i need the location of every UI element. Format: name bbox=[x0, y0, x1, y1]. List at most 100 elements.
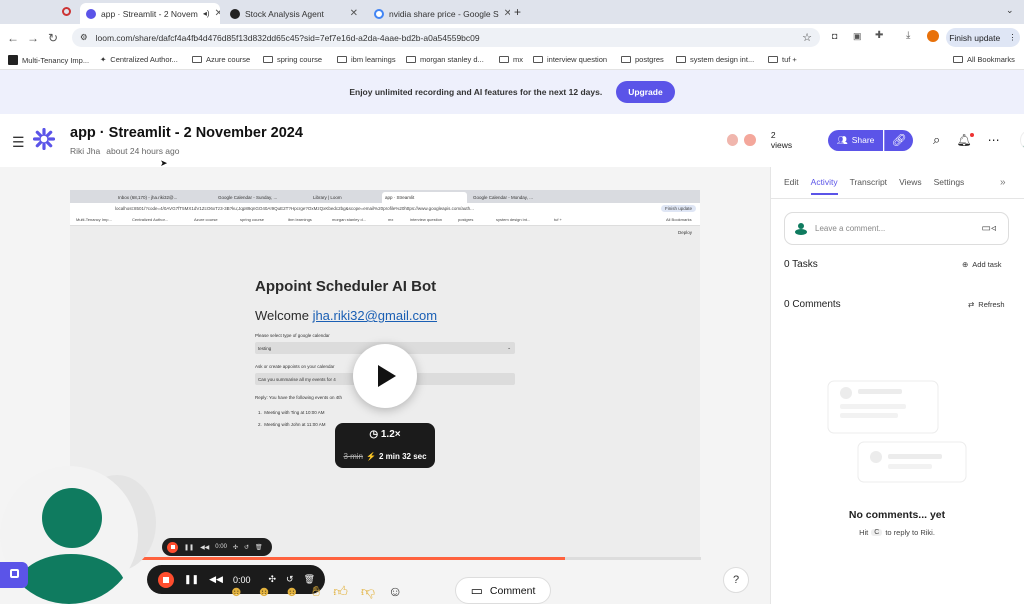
play-button[interactable] bbox=[353, 344, 417, 408]
loom-launcher-button[interactable] bbox=[0, 562, 28, 588]
reload-icon[interactable]: ↻ bbox=[43, 31, 63, 45]
google-icon bbox=[374, 8, 384, 19]
thumbs-up-icon[interactable]: 👍︎ bbox=[333, 583, 348, 600]
recorded-tab: Google Calendar - Sunday, ... bbox=[218, 195, 278, 200]
bookmark-folder[interactable]: system design int... bbox=[676, 55, 754, 64]
chevron-down-icon[interactable]: ⌄ bbox=[1006, 5, 1014, 16]
bookmark-folder[interactable]: tuf + bbox=[768, 55, 797, 64]
copy-link-button[interactable]: 🔗︎ bbox=[884, 129, 914, 151]
loom-logo[interactable] bbox=[33, 128, 55, 150]
trash-icon[interactable]: 🗑︎ bbox=[255, 544, 263, 551]
restart-icon[interactable]: ◀◀ bbox=[209, 574, 223, 585]
avatar-body bbox=[16, 554, 126, 604]
pause-icon[interactable]: ❚❚ bbox=[184, 574, 199, 585]
close-tab-icon[interactable]: ✕ bbox=[350, 8, 358, 19]
bell-icon[interactable]: 🔔︎ bbox=[956, 133, 974, 147]
bookmark-folder[interactable]: interview question bbox=[533, 55, 607, 64]
folder-icon bbox=[406, 56, 416, 63]
forward-icon[interactable]: → bbox=[23, 31, 43, 45]
tab-nvidia-search[interactable]: nvidia share price - Google S ✕ bbox=[368, 3, 510, 24]
site-settings-icon[interactable]: ⚙ bbox=[80, 32, 88, 43]
undo-icon[interactable]: ↺ bbox=[244, 544, 249, 551]
collapse-panel-icon[interactable]: » bbox=[1000, 177, 1006, 188]
close-tab-icon[interactable]: ✕ bbox=[504, 8, 510, 19]
finish-update-button[interactable]: Finish update ⋮ bbox=[946, 28, 1020, 47]
recorded-bookmarks: Multi-Tenancy Imp... Centralized Author.… bbox=[70, 214, 700, 226]
upgrade-button[interactable]: Upgrade bbox=[616, 81, 675, 103]
restart-icon[interactable]: ◀◀ bbox=[200, 544, 209, 551]
speed-badge[interactable]: ◷ 1.2× 3 min ⚡ 2 min 32 sec bbox=[335, 423, 435, 468]
video-title[interactable]: app · Streamlit - 2 November 2024 bbox=[70, 125, 303, 141]
emoji-reaction-icon[interactable]: ☻ bbox=[229, 583, 244, 600]
raised-hand-icon[interactable]: ✋︎ bbox=[312, 583, 320, 600]
bookmark-folder[interactable]: Azure course bbox=[192, 55, 250, 64]
panel-tabs: Edit Activity Transcript Views Settings bbox=[784, 177, 964, 195]
recorded-tab: Google Calendar - Monday, ... bbox=[473, 195, 533, 200]
tab-stock-analysis[interactable]: Stock Analysis Agent ✕ bbox=[224, 3, 364, 24]
video-progress-fill bbox=[133, 557, 565, 560]
screen-icon bbox=[10, 569, 19, 578]
tab-edit[interactable]: Edit bbox=[784, 177, 799, 195]
comment-button[interactable]: ▭ Comment bbox=[455, 577, 551, 604]
video-meta: Riki Jha about 24 hours ago bbox=[70, 146, 180, 156]
folder-icon bbox=[499, 56, 509, 63]
tab-transcript[interactable]: Transcript bbox=[850, 177, 887, 195]
bookmark-folder[interactable]: ibm learnings bbox=[337, 55, 396, 64]
add-reaction-icon[interactable]: ☺ bbox=[388, 583, 402, 600]
close-tab-icon[interactable]: ✕ bbox=[215, 8, 220, 19]
loom-icon bbox=[86, 8, 96, 19]
tab-search-icon[interactable]: ▣ bbox=[853, 31, 862, 42]
help-button[interactable]: ? bbox=[723, 567, 749, 593]
bookmark-folder[interactable]: postgres bbox=[621, 55, 664, 64]
recorded-deploy: Deploy bbox=[677, 230, 692, 235]
site-icon bbox=[230, 8, 240, 19]
recorded-welcome: Welcome jha.riki32@gmail.com bbox=[255, 308, 438, 323]
recorded-heading: Appoint Scheduler AI Bot bbox=[255, 278, 437, 295]
tab-views[interactable]: Views bbox=[899, 177, 922, 195]
author-name[interactable]: Riki Jha bbox=[70, 146, 100, 156]
speech-bubble-icon: ▭ bbox=[470, 582, 483, 598]
bookmark-folder[interactable]: mx bbox=[499, 55, 523, 64]
thumbs-down-icon[interactable]: 👎︎ bbox=[361, 583, 375, 600]
profile-icon[interactable] bbox=[927, 30, 939, 42]
user-avatar[interactable] bbox=[1019, 130, 1024, 150]
drawing-icon[interactable]: ✣ bbox=[233, 544, 238, 551]
download-icon[interactable]: ⤓ bbox=[906, 30, 910, 41]
extensions-icon[interactable]: ✚ bbox=[875, 30, 883, 41]
back-icon[interactable]: ← bbox=[3, 31, 23, 45]
comment-input[interactable]: Leave a comment... ▭◃ bbox=[784, 212, 1009, 245]
views-count[interactable]: 2 views bbox=[771, 130, 798, 150]
pause-icon[interactable]: ❚❚ bbox=[184, 544, 194, 551]
speed-icon: ◷ bbox=[369, 429, 379, 440]
more-options-icon[interactable]: ⋯ bbox=[988, 133, 1000, 147]
all-bookmarks[interactable]: All Bookmarks bbox=[953, 55, 1015, 64]
add-task-button[interactable]: ⊕ Add task bbox=[962, 260, 1001, 269]
video-camera-icon[interactable]: ▭◃ bbox=[982, 223, 996, 234]
stop-record-button[interactable] bbox=[158, 571, 174, 588]
bookmark-favicon-icon: ✦ bbox=[100, 55, 107, 64]
play-icon bbox=[378, 365, 396, 387]
bookmark-favicon-icon bbox=[8, 55, 18, 65]
bookmark-item[interactable]: Multi-Tenancy Imp... bbox=[8, 55, 89, 65]
emoji-reaction-icon[interactable]: ☻ bbox=[284, 583, 299, 600]
folder-icon bbox=[533, 56, 543, 63]
tab-settings[interactable]: Settings bbox=[934, 177, 965, 195]
refresh-button[interactable]: ⇄ Refresh bbox=[968, 300, 1005, 309]
bookmark-star-icon[interactable]: ☆ bbox=[802, 31, 812, 44]
hamburger-menu-icon[interactable]: ☰ bbox=[12, 134, 25, 151]
bookmark-item[interactable]: ✦ Centralized Author... bbox=[100, 55, 178, 64]
stop-record-button[interactable] bbox=[167, 541, 178, 553]
emoji-reaction-icon[interactable]: ☻ bbox=[257, 583, 272, 600]
tab-app-streamlit[interactable]: app · Streamlit - 2 Novem ◂) ✕ bbox=[80, 3, 220, 24]
bookmark-folder[interactable]: spring course bbox=[263, 55, 322, 64]
url-bar[interactable]: ⚙ loom.com/share/dafcf4a4fb4d476d85f13d8… bbox=[72, 28, 820, 47]
url-text: loom.com/share/dafcf4a4fb4d476d85f13d832… bbox=[95, 32, 480, 43]
tab-activity[interactable]: Activity bbox=[810, 177, 838, 195]
share-button[interactable]: 👥︎ Share bbox=[827, 129, 884, 151]
search-icon[interactable]: ⌕ bbox=[933, 132, 940, 148]
new-tab-icon[interactable]: + bbox=[514, 5, 521, 19]
bookmark-folder[interactable]: morgan stanley d... bbox=[406, 55, 484, 64]
empty-comments-illustration bbox=[827, 380, 967, 483]
video-progress-bar[interactable] bbox=[133, 557, 701, 560]
camera-icon[interactable]: ◘ bbox=[832, 31, 837, 41]
